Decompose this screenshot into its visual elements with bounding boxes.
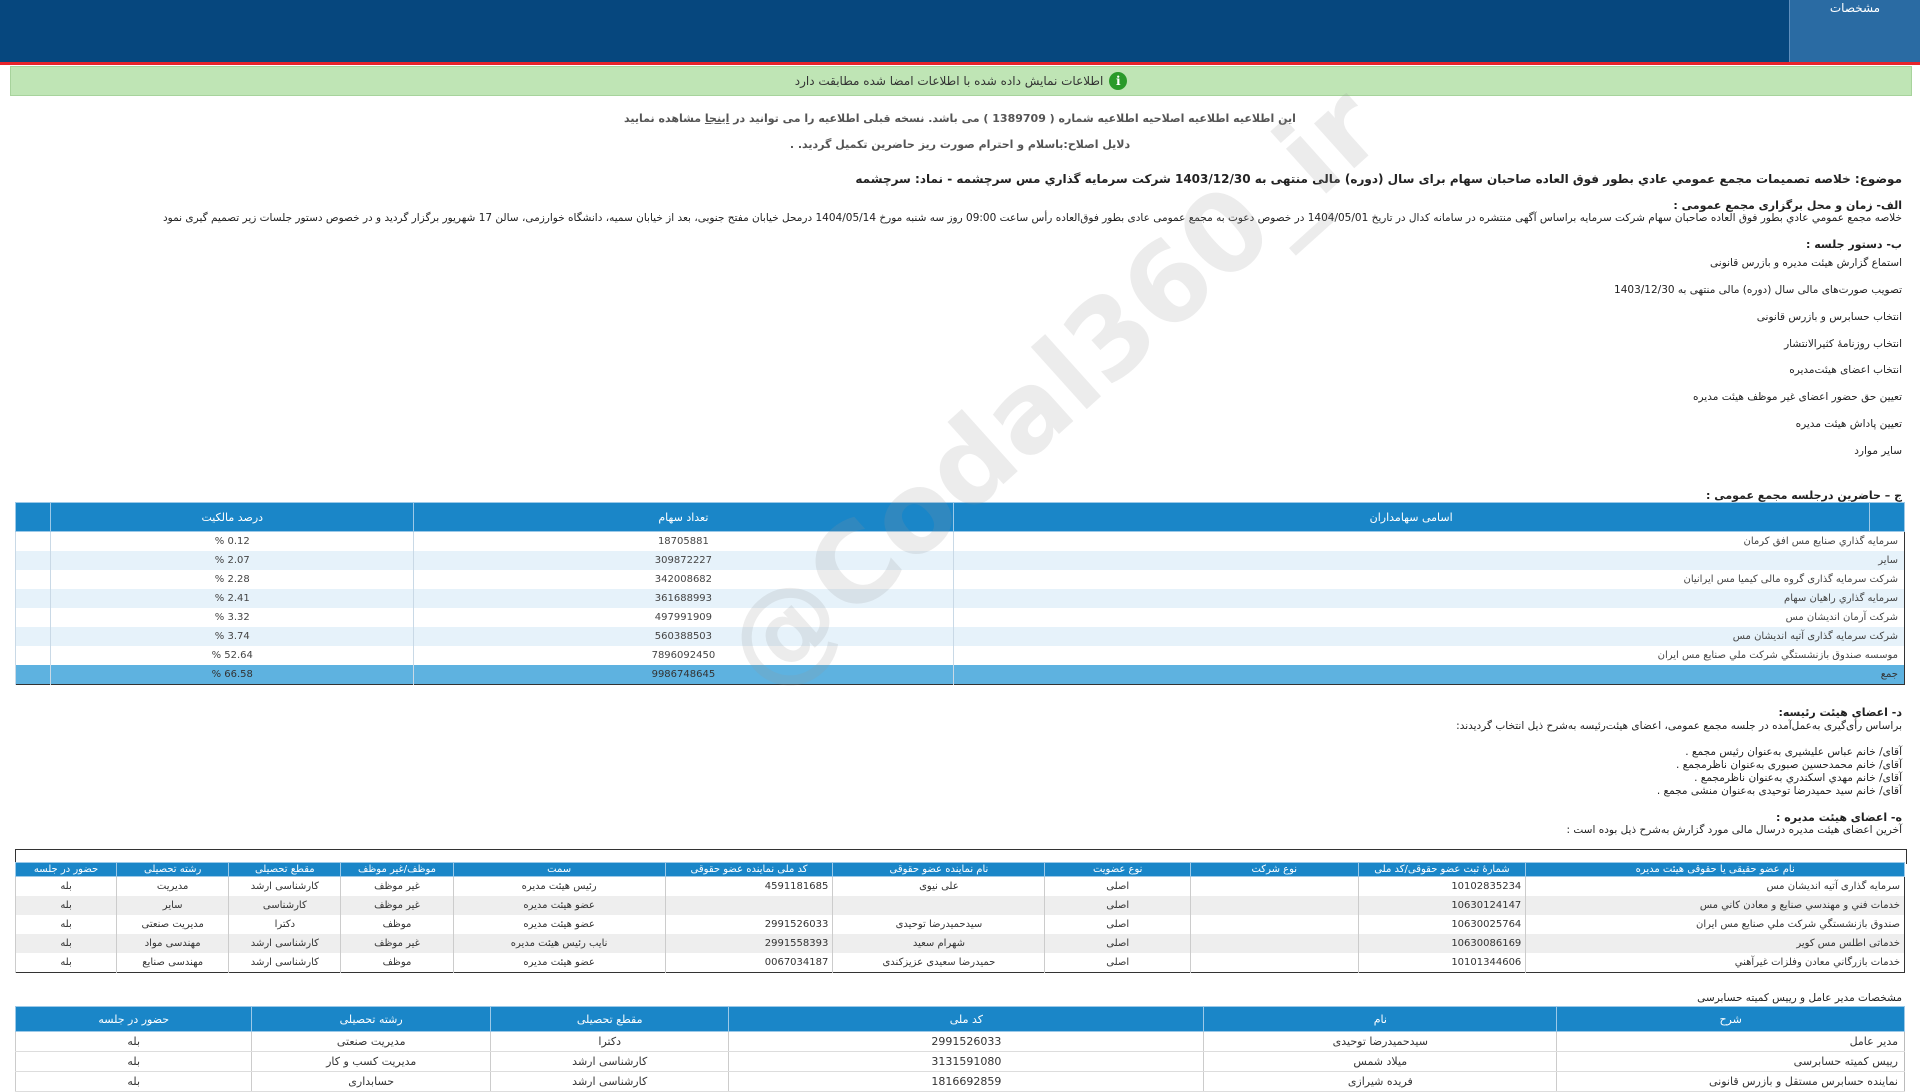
section-a-title: الف- زمان و محل برگزاری مجمع عمومی :	[1673, 199, 1902, 212]
tab-specifications[interactable]: مشخصات	[1789, 0, 1920, 62]
table-header: حضور در جلسه	[14, 862, 118, 877]
table-header: نوع شرکت	[1189, 862, 1359, 877]
table-row: شرکت سرمایه گذاری آتیه اندیشان مس 5603885…	[14, 627, 1905, 646]
table-header	[1868, 502, 1906, 532]
table-header	[14, 502, 52, 532]
correction-reason: دلایل اصلاح:باسلام و احترام صورت ریز حاض…	[789, 138, 1131, 151]
table-row: شرکت سرمایه گذاری گروه مالی کیمیا مس ایر…	[14, 570, 1905, 589]
presidium-member: آقای/ خانم مهدي اسكندري به‌عنوان ناظرمجم…	[1694, 772, 1902, 784]
correction-line: این اطلاعیه اطلاعیه اصلاحیه اطلاعیه شمار…	[624, 112, 1296, 125]
notice-text: اطلاعات نمایش داده شده با اطلاعات امضا ش…	[794, 74, 1104, 88]
section-c-title: ج – حاضرین درجلسه مجمع عمومی :	[1706, 489, 1902, 502]
table-row: موسسه صندوق بازنشستگي شركت ملي صنايع مس …	[14, 646, 1905, 665]
agenda-item: انتخاب حسابرس و بازرس قانونی	[1756, 311, 1902, 323]
section-b-title: ب- دستور جلسه :	[1806, 238, 1902, 251]
table-row: سرمایه گذاری آتیه اندیشان مس 10102835234 ا…	[14, 876, 1905, 896]
table-header: کد ملی	[728, 1006, 1205, 1032]
table-header: سمت	[452, 862, 666, 877]
table-header: نام عضو حقیقی یا حقوقی هیئت مدیره	[1525, 862, 1905, 877]
table-header: مقطع تحصیلی	[489, 1006, 730, 1032]
table-row: مدیر عامل سیدحمیدرضا توحیدی 2991526033 دکتر…	[14, 1031, 1905, 1052]
agenda-item: انتخاب روزنامهٔ کثیرالانتشار	[1784, 338, 1902, 350]
info-icon: i	[1109, 72, 1128, 90]
table-row: صندوق بازنشستگي شركت ملي صنايع مس ايران 1…	[14, 915, 1905, 934]
table-total-row: جمع 9986748645 66.58 %	[14, 665, 1905, 685]
table-header: نام نماینده عضو حقوقی	[832, 862, 1046, 877]
table-row: شرکت آرمان اندیشان مس 497991909 3.32 %	[14, 608, 1905, 627]
table-header: حضور در جلسه	[14, 1006, 253, 1032]
agenda-item: تعیین حق حضور اعضای غیر موظف هیئت مدیره	[1693, 391, 1902, 403]
table-header: شرح	[1556, 1006, 1905, 1032]
table-row: رییس کمیته حسابرسی میلاد شمس 3131591080 کار…	[14, 1051, 1905, 1072]
table-row: سرمايه گذاري راهيان سهام 361688993 2.41 %	[14, 589, 1905, 608]
signature-match-notice: i اطلاعات نمایش داده شده با اطلاعات امضا…	[10, 66, 1912, 96]
table-row: خدمات بازرگاني معادن وفلزات غيرآهني 10101…	[14, 953, 1905, 973]
agenda-item: تصویب صورت‌های مالی سال (دوره) مالی منته…	[1614, 284, 1902, 296]
agenda-item: انتخاب اعضای هیئت‌مدیره	[1789, 364, 1902, 376]
table-header: نوع عضویت	[1044, 862, 1191, 877]
top-header-bar: مشخصات	[0, 0, 1920, 65]
section-d-title: د- اعضای هیئت رئیسه:	[1778, 706, 1902, 719]
table-header: نام	[1203, 1006, 1558, 1032]
previous-version-link[interactable]: اینجا	[705, 112, 729, 125]
table-header: رشته تحصیلی	[251, 1006, 491, 1032]
agenda-item: سایر موارد	[1854, 445, 1902, 457]
section-e-title: ه- اعضای هیئت مدیره :	[1776, 811, 1902, 824]
board-members-table: نام عضو حقیقی یا حقوقی هیئت مدیره شمارهٔ…	[14, 862, 1905, 973]
table-row: نماینده حسابرس مستقل و بازرس قانونی فریده…	[14, 1071, 1905, 1092]
agenda-item: تعیین پاداش هیئت مدیره	[1795, 418, 1902, 430]
section-a-text: خلاصه مجمع عمومي عادي بطور فوق العاده صا…	[163, 212, 1902, 224]
presidium-member: آقای/ خانم سید حمیدرضا توحیدی به‌عنوان م…	[1656, 785, 1902, 797]
table-header: مقطع تحصیلی	[228, 862, 342, 877]
presidium-member: آقای/ خانم محمدحسین صبوری به‌عنوان ناظرم…	[1675, 759, 1902, 771]
table-row: خدماتی اطلس مس کویر 10630086169 اصلی شهرام …	[14, 934, 1905, 953]
table-header: موظف/غیر موظف	[340, 862, 454, 877]
table-row: خدمات فني و مهندسي صنايع و معادن كاني مس…	[14, 896, 1905, 915]
table-header: درصد مالکیت	[50, 502, 415, 532]
agenda-item: استماع گزارش هیئت مدیره و بازرس قانونی	[1710, 257, 1902, 269]
section-f-title: مشخصات مدیر عامل و رییس کمیته حسابرسی	[1697, 992, 1902, 1004]
table-header: رشته تحصیلی	[116, 862, 230, 877]
section-e-text: آخرین اعضای هیئت مدیره درسال مالی مورد گ…	[1566, 824, 1902, 836]
table-header: کد ملی نماینده عضو حقوقی	[664, 862, 834, 877]
presidium-member: آقای/ خانم عباس علیشیری به‌عنوان رئیس مج…	[1685, 746, 1902, 758]
section-d-text: براساس رأی‌گیری به‌عمل‌آمده در جلسه مجمع…	[1456, 720, 1902, 732]
table-header: شمارهٔ ثبت عضو حقوقی/کد ملی	[1357, 862, 1527, 877]
table-header: اسامی سهامداران	[952, 502, 1870, 532]
ceo-audit-table: شرح نام کد ملی مقطع تحصیلی رشته تحصیلی ح…	[14, 1006, 1905, 1092]
